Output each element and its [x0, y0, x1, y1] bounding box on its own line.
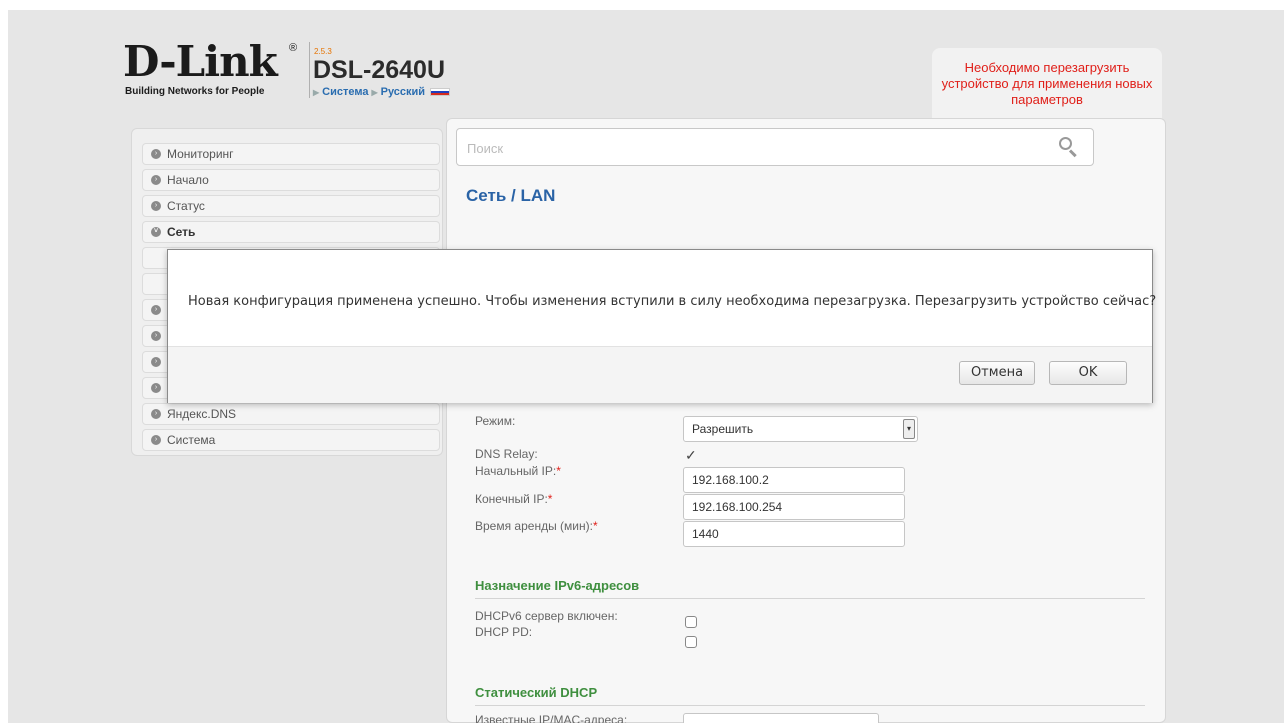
dropdown-arrow-icon[interactable]: ▾: [903, 419, 915, 439]
breadcrumb: ▶ Система ▶ Русский: [313, 86, 451, 98]
breadcrumb-language[interactable]: Русский: [381, 86, 425, 98]
dhcpv6-label: DHCPv6 сервер включен:: [475, 609, 618, 623]
lease-time-label: Время аренды (мин):*: [475, 519, 598, 533]
breadcrumb-system[interactable]: Система: [322, 86, 368, 98]
dhcp-pd-checkbox[interactable]: [685, 636, 697, 648]
chevron-right-icon: ›: [151, 435, 161, 445]
chevron-right-icon: ›: [151, 305, 161, 315]
dhcpv6-checkbox[interactable]: [685, 616, 697, 628]
mode-select-value: Разрешить: [692, 422, 754, 436]
chevron-right-icon: ›: [151, 409, 161, 419]
sidebar-item-monitoring[interactable]: › Мониторинг: [142, 143, 440, 165]
sidebar-item-status[interactable]: › Статус: [142, 195, 440, 217]
ipv6-section-title: Назначение IPv6-адресов: [475, 578, 640, 593]
cancel-button[interactable]: Отмена: [959, 361, 1035, 385]
reboot-confirm-dialog: Новая конфигурация применена успешно. Чт…: [167, 249, 1157, 403]
section-divider: [475, 598, 1145, 599]
sidebar-item-label: Начало: [167, 173, 209, 187]
required-mark: *: [556, 464, 561, 478]
known-addresses-select[interactable]: [683, 713, 879, 723]
sidebar-item-label: Система: [167, 433, 216, 447]
chevron-right-icon: ›: [151, 201, 161, 211]
start-ip-label-text: Начальный IP:: [475, 464, 557, 478]
ok-button[interactable]: OK: [1049, 361, 1127, 385]
static-dhcp-section-title: Статический DHCP: [475, 685, 598, 700]
chevron-right-icon: ›: [151, 357, 161, 367]
sidebar-item-label: Статус: [167, 199, 205, 213]
reboot-notice[interactable]: Необходимо перезагрузить устройство для …: [932, 48, 1162, 128]
dlink-logo[interactable]: D-Link ® Building Networks for People: [123, 40, 305, 102]
sidebar-item-system[interactable]: › Система: [142, 429, 440, 451]
sidebar-item-label: Яндекс.DNS: [167, 407, 237, 421]
end-ip-label-text: Конечный IP:: [475, 492, 548, 506]
search-icon[interactable]: [1059, 137, 1079, 158]
search-placeholder: Поиск: [467, 141, 504, 156]
model-name: DSL-2640U: [313, 56, 445, 84]
lease-time-label-text: Время аренды (мин):: [475, 519, 593, 533]
header-separator: [309, 42, 310, 98]
chevron-right-icon: ›: [151, 149, 161, 159]
breadcrumb-arrow-icon: ▶: [371, 87, 378, 97]
start-ip-field[interactable]: 192.168.100.2: [683, 467, 905, 493]
dns-relay-checkbox[interactable]: ✓: [685, 448, 697, 462]
page-title: Сеть / LAN: [466, 186, 556, 205]
registered-mark: ®: [289, 42, 298, 54]
section-divider: [475, 705, 1145, 706]
logo-text: D-Link: [123, 37, 278, 86]
chevron-right-icon: ›: [151, 383, 161, 393]
breadcrumb-arrow-icon: ▶: [313, 87, 320, 97]
start-ip-label: Начальный IP:*: [475, 464, 561, 478]
sidebar-item-start[interactable]: › Начало: [142, 169, 440, 191]
lease-time-field[interactable]: 1440: [683, 521, 905, 547]
router-admin-page: D-Link ® Building Networks for People 2.…: [8, 10, 1284, 723]
logo-tagline: Building Networks for People: [125, 86, 265, 97]
required-mark: *: [592, 519, 598, 533]
end-ip-field[interactable]: 192.168.100.254: [683, 494, 905, 520]
russia-flag-icon[interactable]: [430, 88, 451, 96]
dialog-footer: Отмена OK: [168, 346, 1152, 403]
chevron-right-icon: ›: [151, 331, 161, 341]
sidebar-item-label: Мониторинг: [167, 147, 234, 161]
dhcp-pd-label: DHCP PD:: [475, 625, 533, 639]
mode-select[interactable]: Разрешить ▾: [683, 416, 918, 442]
dns-relay-label: DNS Relay:: [475, 447, 538, 461]
sidebar-item-label: Сеть: [167, 225, 196, 239]
sidebar-item-network[interactable]: ˅ Сеть: [142, 221, 440, 243]
chevron-down-icon: ˅: [151, 227, 161, 237]
search-input[interactable]: Поиск: [456, 128, 1094, 166]
end-ip-label: Конечный IP:*: [475, 492, 552, 506]
mode-label: Режим:: [475, 414, 516, 428]
known-addresses-label: Известные IP/MAC-адреса:: [475, 713, 628, 723]
firmware-version: 2.5.3: [314, 47, 332, 56]
dialog-message: Новая конфигурация применена успешно. Чт…: [188, 294, 1157, 309]
sidebar-item-yandex-dns[interactable]: › Яндекс.DNS: [142, 403, 440, 425]
required-mark: *: [547, 492, 553, 506]
chevron-right-icon: ›: [151, 175, 161, 185]
